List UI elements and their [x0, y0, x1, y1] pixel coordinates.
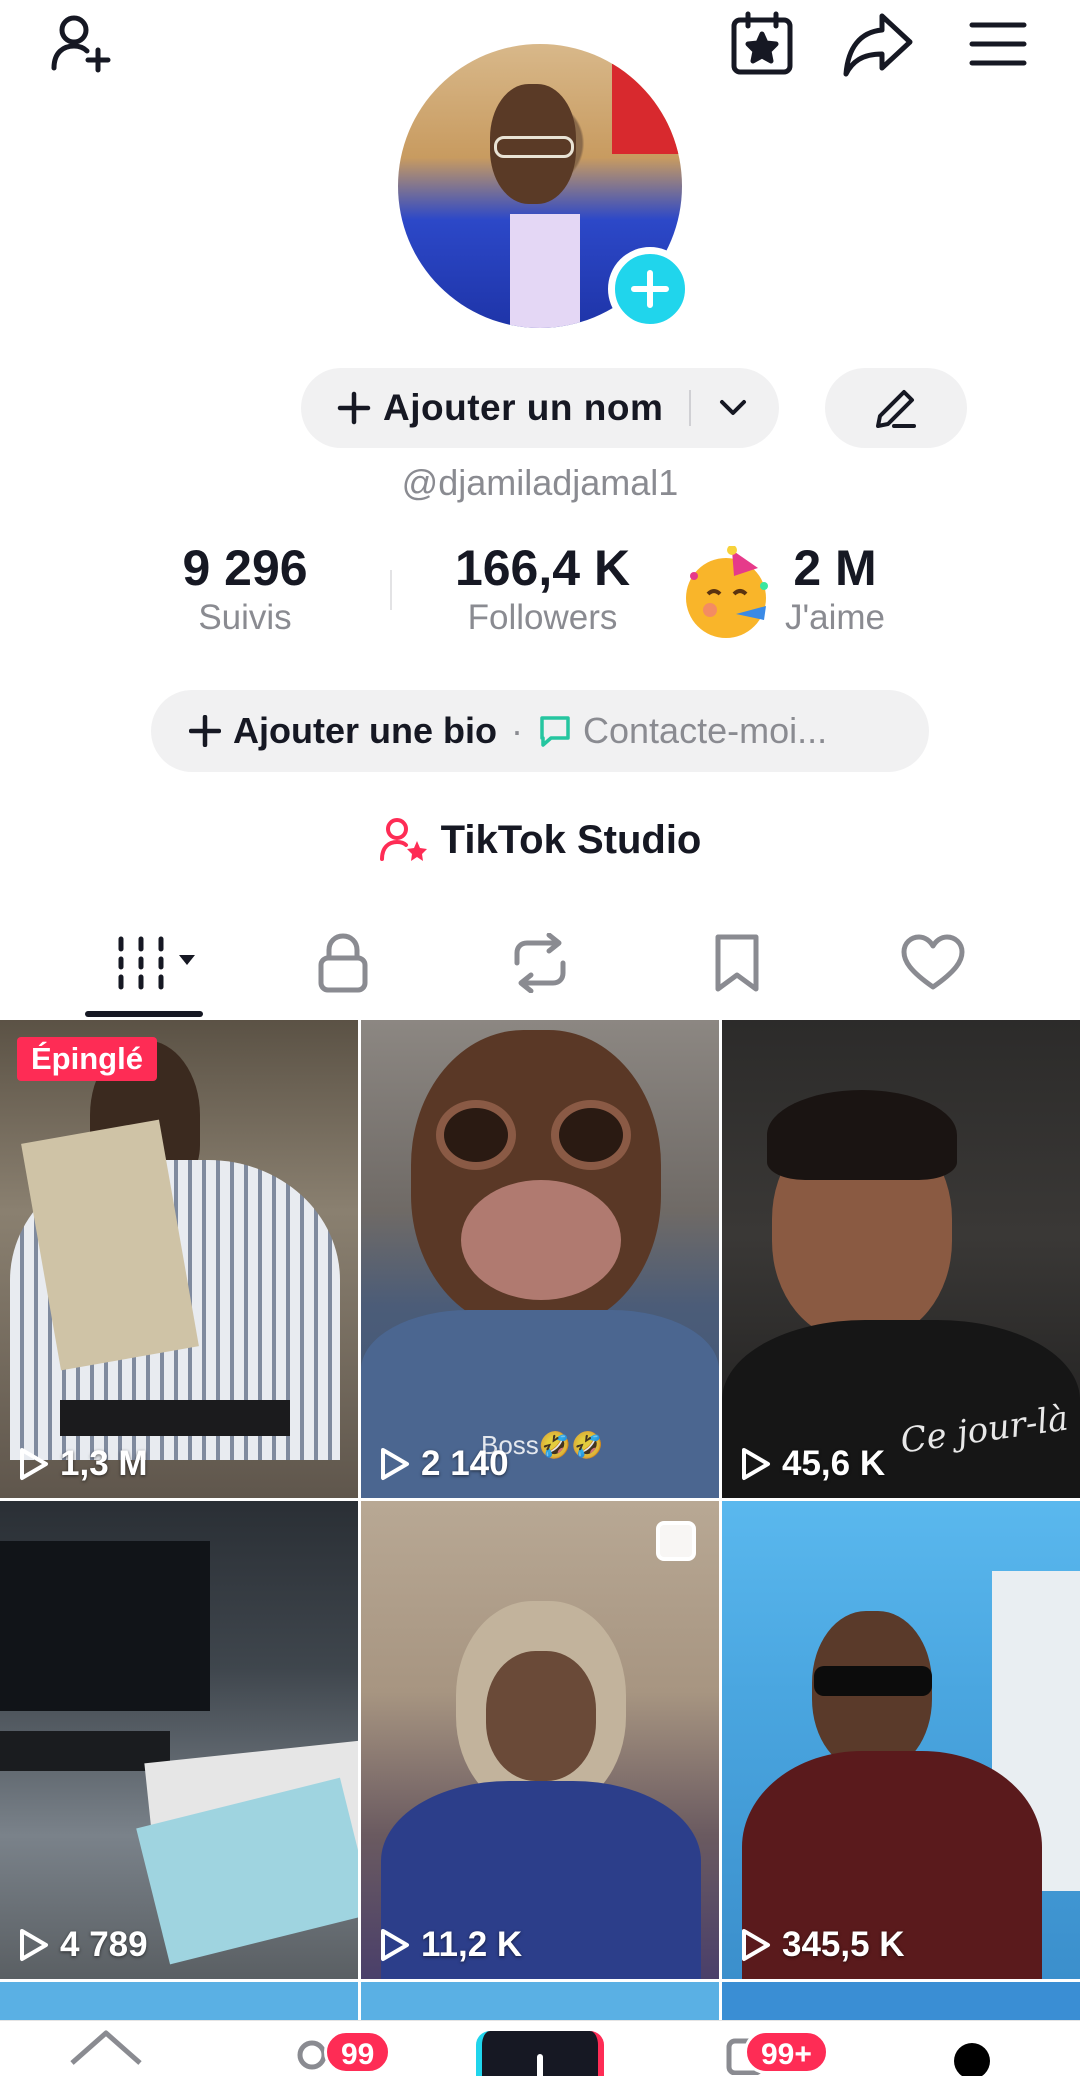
plus-icon [537, 2054, 543, 2076]
play-icon [20, 1929, 48, 1961]
plus-icon [337, 391, 371, 425]
video-thumbnail[interactable] [361, 1982, 719, 2022]
multi-photo-icon [656, 1521, 696, 1561]
create-button[interactable] [476, 2031, 604, 2076]
profile-nav-icon[interactable] [954, 2043, 990, 2076]
plus-icon [189, 715, 221, 747]
pinned-badge: Épinglé [17, 1037, 157, 1081]
add-bio-button[interactable]: Ajouter une bio · Contacte-moi... [151, 690, 929, 772]
reposts-icon[interactable] [495, 928, 585, 998]
view-count: 11,2 K [379, 1925, 522, 1965]
play-icon [742, 1448, 770, 1480]
divider [689, 390, 691, 426]
menu-icon[interactable] [958, 4, 1038, 84]
add-name-button[interactable]: Ajouter un nom [301, 368, 779, 448]
pencil-icon [876, 390, 916, 428]
view-count: 345,5 K [740, 1925, 905, 1965]
view-count: 1,3 M [18, 1444, 148, 1484]
active-tab-indicator [85, 1011, 203, 1017]
play-icon [381, 1448, 409, 1480]
tiktok-studio-link[interactable]: TikTok Studio [0, 810, 1080, 870]
contact-label: Contacte-moi... [583, 710, 828, 751]
bottom-navigation [0, 2020, 1080, 2076]
bio-separator: · [511, 710, 523, 751]
view-count: 4 789 [18, 1925, 148, 1965]
notification-badge: 99 [324, 2030, 392, 2074]
video-thumbnail[interactable]: 11,2 K [361, 1501, 719, 1979]
likes-label: J'aime [784, 598, 886, 637]
profile-tabs [0, 910, 1080, 1020]
play-icon [381, 1929, 409, 1961]
profile-avatar[interactable] [398, 44, 692, 331]
video-thumbnail[interactable]: Ce jour-là 45,6 K [722, 1020, 1080, 1498]
followers-count: 166,4 K [454, 540, 631, 596]
private-lock-icon[interactable] [298, 928, 388, 998]
chevron-down-icon[interactable] [713, 388, 753, 428]
share-icon[interactable] [838, 4, 918, 84]
add-bio-label: Ajouter une bio [233, 710, 497, 751]
video-thumbnail[interactable] [722, 1982, 1080, 2022]
following-label: Suivis [198, 598, 292, 637]
play-icon [20, 1448, 48, 1480]
add-friend-icon[interactable] [40, 4, 120, 84]
chat-bubble-icon [540, 716, 570, 747]
favorites-bookmark-icon[interactable] [692, 928, 782, 998]
plus-icon [631, 270, 669, 308]
edit-profile-button[interactable] [825, 368, 967, 448]
creator-star-icon [379, 818, 427, 861]
add-name-label: Ajouter un nom [383, 387, 664, 428]
video-thumbnail[interactable]: Boss🤣🤣 2 140 [361, 1020, 719, 1498]
add-story-button[interactable] [608, 247, 692, 331]
stat-divider [390, 570, 392, 610]
profile-stats: 9 296 Suivis 166,4 K Followers 2 M J'aim… [0, 540, 1080, 650]
video-thumbnail[interactable]: 345,5 K [722, 1501, 1080, 1979]
video-thumbnail[interactable]: Épinglé 1,3 M [0, 1020, 358, 1498]
followers-stat[interactable]: 166,4 K Followers [430, 540, 655, 640]
play-icon [742, 1929, 770, 1961]
calendar-star-icon[interactable] [722, 4, 802, 84]
following-count: 9 296 [182, 540, 308, 596]
likes-count: 2 M [793, 540, 877, 596]
video-thumbnail[interactable] [0, 1982, 358, 2022]
view-count: 2 140 [379, 1444, 509, 1484]
likes-stat[interactable]: 2 M J'aime [770, 540, 900, 640]
liked-heart-icon[interactable] [888, 928, 978, 998]
following-stat[interactable]: 9 296 Suivis [140, 540, 350, 640]
home-icon[interactable] [66, 2027, 146, 2076]
studio-label: TikTok Studio [440, 817, 702, 862]
view-count: 45,6 K [740, 1444, 885, 1484]
videos-grid-icon[interactable] [108, 928, 204, 998]
party-face-emoji-icon [680, 545, 776, 642]
profile-handle: @djamiladjamal1 [401, 462, 679, 503]
followers-label: Followers [467, 598, 618, 637]
notification-badge: 99+ [744, 2030, 829, 2074]
video-thumbnail[interactable]: 4 789 [0, 1501, 358, 1979]
